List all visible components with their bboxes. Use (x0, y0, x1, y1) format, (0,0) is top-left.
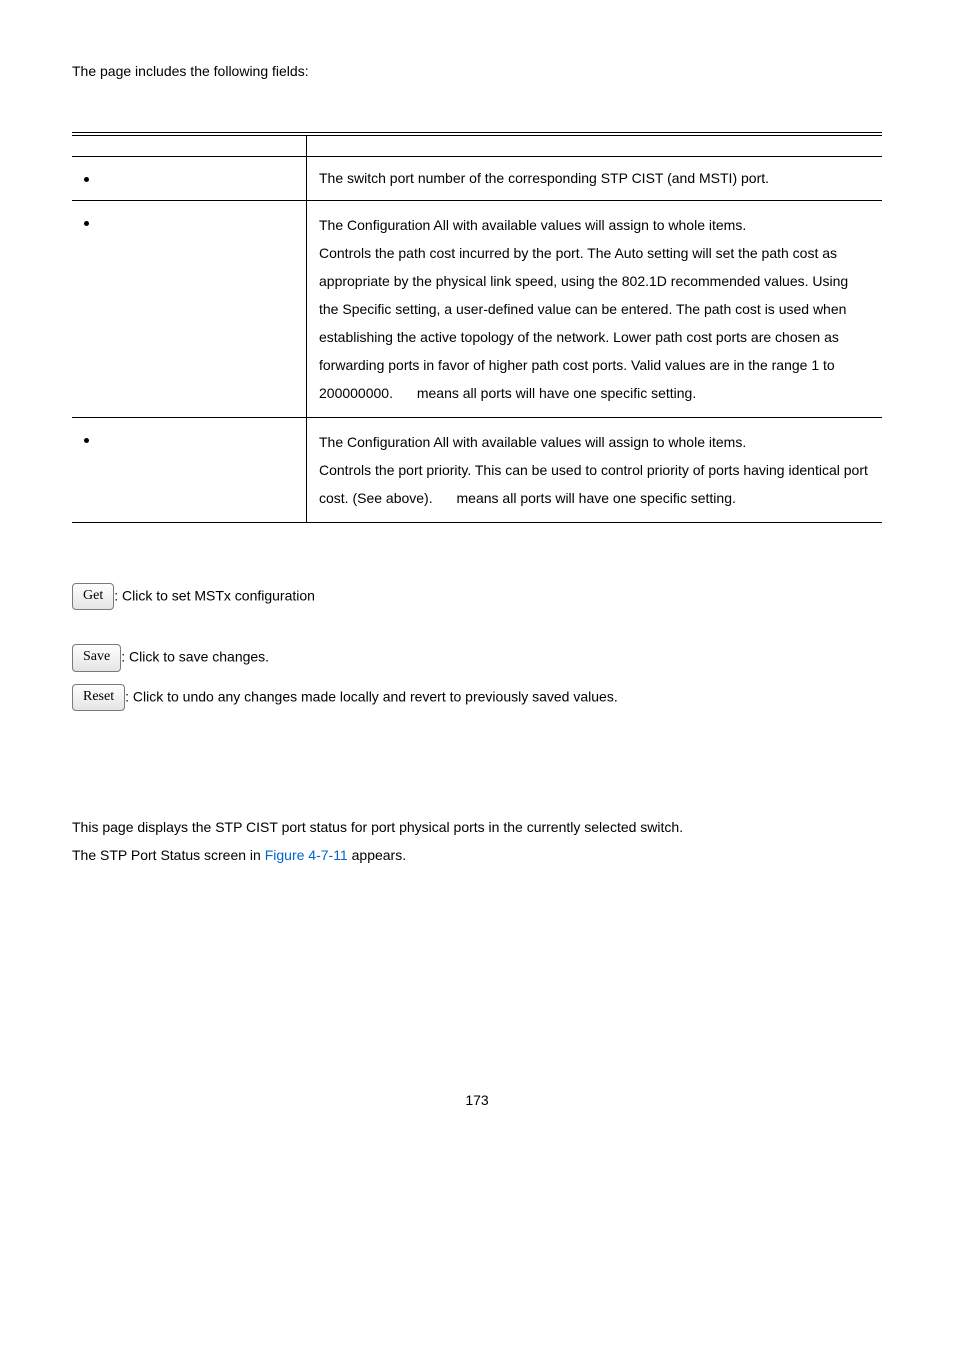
buttons-block: Get: Click to set MSTx configuration Sav… (72, 583, 882, 711)
reset-button[interactable]: Reset (72, 684, 125, 711)
row-desc-cell: The Configuration All with available val… (307, 200, 883, 417)
bullet-icon (84, 438, 89, 443)
row1-desc: The switch port number of the correspond… (319, 170, 769, 186)
section-line1: This page displays the STP CIST port sta… (72, 813, 882, 841)
get-text: : Click to set MSTx configuration (114, 587, 315, 603)
row-object-cell (72, 417, 307, 522)
row2-line2: Controls the path cost incurred by the p… (319, 245, 848, 401)
table-row: The switch port number of the correspond… (72, 157, 882, 200)
table-header-description (307, 134, 883, 157)
row2-line3: means all ports will have one specific s… (417, 385, 696, 401)
fields-table: The switch port number of the correspond… (72, 132, 882, 522)
intro-text: The page includes the following fields: (72, 60, 882, 82)
row-desc-cell: The switch port number of the correspond… (307, 157, 883, 200)
save-button[interactable]: Save (72, 644, 121, 671)
bullet-icon (84, 177, 89, 182)
save-text: : Click to save changes. (121, 649, 269, 665)
table-row: The Configuration All with available val… (72, 200, 882, 417)
reset-text: : Click to undo any changes made locally… (125, 688, 618, 704)
figure-link[interactable]: Figure 4-7-11 (265, 847, 348, 863)
port-status-section: This page displays the STP CIST port sta… (72, 813, 882, 869)
section-line2-b: appears. (348, 847, 406, 863)
get-button[interactable]: Get (72, 583, 114, 610)
row3-line1: The Configuration All with available val… (319, 434, 746, 450)
section-line2-a: The STP Port Status screen in (72, 847, 265, 863)
table-row: The Configuration All with available val… (72, 417, 882, 522)
table-header-object (72, 134, 307, 157)
row-object-cell (72, 200, 307, 417)
row2-line1: The Configuration All with available val… (319, 217, 746, 233)
page-number: 173 (72, 1089, 882, 1111)
row-desc-cell: The Configuration All with available val… (307, 417, 883, 522)
row3-line3: means all ports will have one specific s… (457, 490, 736, 506)
row-object-cell (72, 157, 307, 200)
bullet-icon (84, 221, 89, 226)
